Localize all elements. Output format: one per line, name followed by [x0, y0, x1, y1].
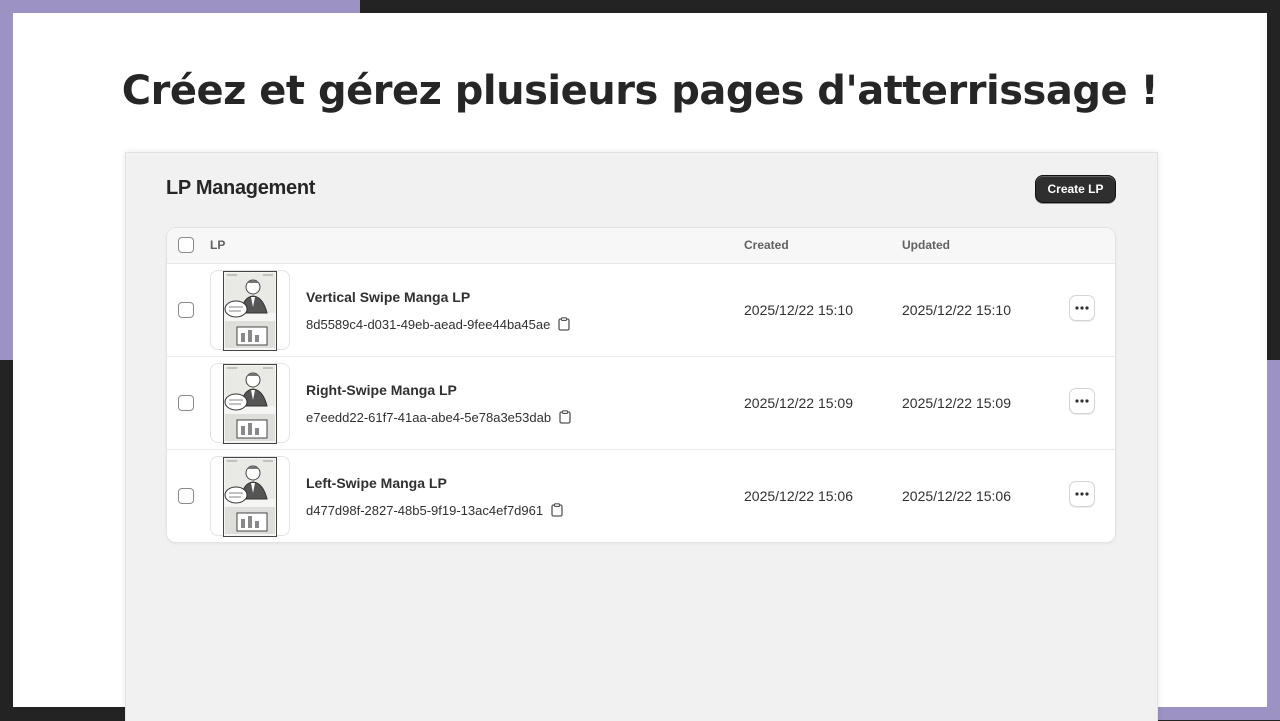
table-row[interactable]: Left-Swipe Manga LP d477d98f-2827-48b5-9…	[167, 450, 1115, 542]
page-title: LP Management	[166, 177, 316, 199]
slide-headline: Créez et gérez plusieurs pages d'atterri…	[121, 68, 1159, 114]
lp-management-panel: LP Management Create LP LP Created Updat…	[125, 152, 1158, 721]
column-header-lp: LP	[210, 238, 226, 252]
lp-name[interactable]: Vertical Swipe Manga LP	[306, 289, 470, 305]
lp-id-text: 8d5589c4-d031-49eb-aead-9fee44ba45ae	[306, 317, 551, 332]
more-actions-button[interactable]	[1069, 388, 1095, 414]
row-checkbox[interactable]	[178, 395, 194, 411]
lp-name[interactable]: Right-Swipe Manga LP	[306, 382, 457, 398]
create-lp-button[interactable]: Create LP	[1035, 175, 1116, 203]
lp-id: d477d98f-2827-48b5-9f19-13ac4ef7d961	[306, 503, 563, 520]
clipboard-icon[interactable]	[559, 410, 571, 427]
updated-date: 2025/12/22 15:06	[902, 488, 1011, 504]
row-checkbox[interactable]	[178, 488, 194, 504]
ellipsis-icon	[1075, 306, 1089, 310]
created-date: 2025/12/22 15:09	[744, 395, 853, 411]
manga-thumbnail	[210, 363, 290, 444]
updated-date: 2025/12/22 15:10	[902, 302, 1011, 318]
lp-id-text: d477d98f-2827-48b5-9f19-13ac4ef7d961	[306, 503, 544, 518]
updated-date: 2025/12/22 15:09	[902, 395, 1011, 411]
row-checkbox[interactable]	[178, 302, 194, 318]
lp-id-text: e7eedd22-61f7-41aa-abe4-5e78a3e53dab	[306, 410, 552, 425]
manga-thumbnail	[210, 456, 290, 537]
ellipsis-icon	[1075, 399, 1089, 403]
more-actions-button[interactable]	[1069, 295, 1095, 321]
ellipsis-icon	[1075, 492, 1089, 496]
column-header-updated: Updated	[902, 238, 950, 252]
more-actions-button[interactable]	[1069, 481, 1095, 507]
created-date: 2025/12/22 15:06	[744, 488, 853, 504]
select-all-checkbox[interactable]	[178, 237, 194, 253]
clipboard-icon[interactable]	[558, 317, 570, 334]
lp-id: 8d5589c4-d031-49eb-aead-9fee44ba45ae	[306, 317, 570, 334]
table-row[interactable]: Right-Swipe Manga LP e7eedd22-61f7-41aa-…	[167, 357, 1115, 450]
lp-name[interactable]: Left-Swipe Manga LP	[306, 475, 447, 491]
column-header-created: Created	[744, 238, 789, 252]
lp-id: e7eedd22-61f7-41aa-abe4-5e78a3e53dab	[306, 410, 571, 427]
table-row[interactable]: Vertical Swipe Manga LP 8d5589c4-d031-49…	[167, 264, 1115, 357]
manga-thumbnail	[210, 270, 290, 351]
clipboard-icon[interactable]	[551, 503, 563, 520]
table-header: LP Created Updated	[167, 228, 1115, 264]
lp-table: LP Created Updated Vertical Swipe Manga …	[166, 227, 1116, 543]
created-date: 2025/12/22 15:10	[744, 302, 853, 318]
